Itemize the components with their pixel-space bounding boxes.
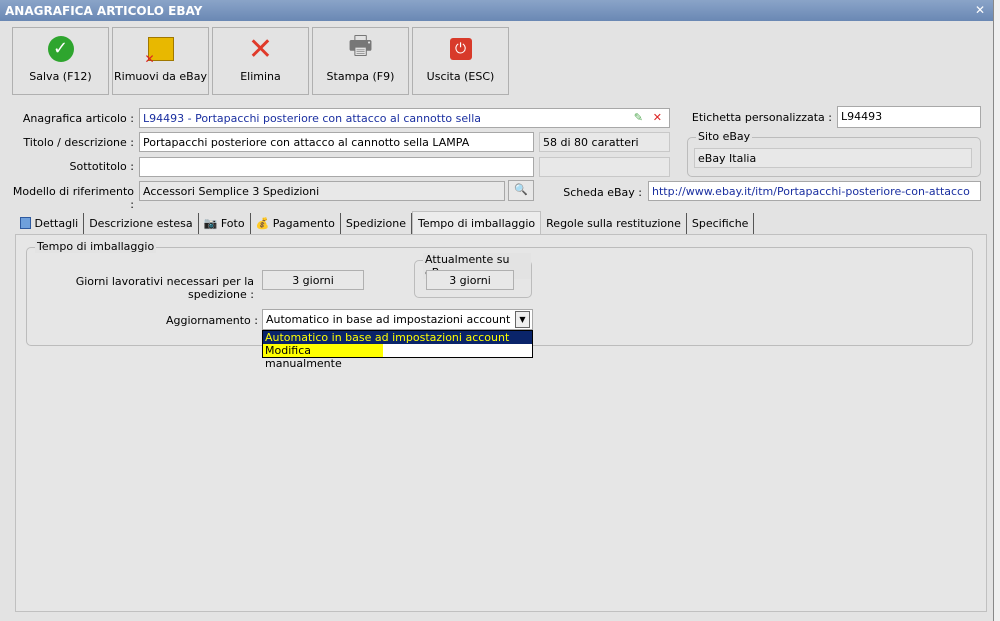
magnifier-icon: 🔍 (514, 183, 528, 196)
titolo-field[interactable]: Portapacchi posteriore con attacco al ca… (139, 132, 534, 152)
character-count: 58 di 80 caratteri (539, 132, 670, 152)
power-icon: ⏻ (413, 28, 508, 70)
save-button[interactable]: ✓ Salva (F12) (12, 27, 109, 95)
exit-button[interactable]: ⏻ Uscita (ESC) (412, 27, 509, 95)
tab-dettagli[interactable]: Dettagli (15, 213, 85, 234)
aggiornamento-dropdown-list: Automatico in base ad impostazioni accou… (262, 330, 533, 370)
tab-foto[interactable]: 📷 Foto (199, 213, 251, 234)
chevron-down-icon[interactable]: ▼ (515, 311, 530, 328)
anagrafica-field[interactable]: L94493 - Portapacchi posteriore con atta… (139, 108, 670, 128)
scheda-label: Scheda eBay : (563, 186, 642, 199)
sottotitolo-count (539, 157, 670, 177)
tab-pagamento[interactable]: 💰 Pagamento (251, 213, 341, 234)
article-window: ANAGRAFICA ARTICOLO EBAY ✕ ✓ Salva (F12) … (0, 0, 994, 621)
tab-tempo-di-imballaggio[interactable]: Tempo di imballaggio (411, 211, 542, 234)
option-modifica-manualmente[interactable]: Modifica manualmente (263, 344, 383, 370)
etichetta-field[interactable]: L94493 (837, 106, 981, 128)
tab-specifiche[interactable]: Specifiche (687, 213, 755, 234)
titolo-label: Titolo / descrizione : (23, 136, 134, 149)
tab-regole-restituzione[interactable]: Regole sulla restituzione (541, 213, 687, 234)
anagrafica-label: Anagrafica articolo : (22, 112, 134, 125)
camera-icon: 📷 (203, 217, 218, 230)
sottotitolo-field[interactable] (139, 157, 534, 177)
delete-x-icon: ✕ (247, 31, 274, 67)
modello-field: Accessori Semplice 3 Spedizioni (139, 181, 505, 201)
etichetta-label: Etichetta personalizzata : (691, 111, 832, 124)
giorni-field: 3 giorni (262, 270, 364, 290)
modello-label: Modello di riferimento : (12, 185, 134, 211)
printer-icon: 🖶 (348, 31, 373, 61)
delete-button[interactable]: ✕ Elimina (212, 27, 309, 95)
tab-descrizione-estesa[interactable]: Descrizione estesa (84, 213, 199, 234)
sottotitolo-label: Sottotitolo : (69, 160, 134, 173)
tab-spedizione[interactable]: Spedizione (341, 213, 412, 234)
search-button[interactable]: 🔍 (508, 180, 534, 201)
giorni-label: Giorni lavorativi necessari per la spedi… (75, 275, 254, 301)
tab-bar: Dettagli Descrizione estesa 📷 Foto 💰 Pag… (15, 211, 755, 234)
box-remove-icon: ✕ (113, 28, 208, 70)
check-icon: ✓ (13, 28, 108, 70)
aggiornamento-select[interactable]: Automatico in base ad impostazioni accou… (262, 309, 533, 330)
scheda-ebay-link[interactable]: http://www.ebay.it/itm/Portapacchi-poste… (648, 181, 981, 201)
money-icon: 💰 (255, 217, 270, 230)
window-title: ANAGRAFICA ARTICOLO EBAY (0, 0, 993, 21)
close-icon[interactable]: ✕ (973, 3, 987, 17)
attualmente-ebay-field: 3 giorni (426, 270, 514, 290)
background-window (994, 0, 1000, 621)
clear-x-icon[interactable]: ✕ (653, 111, 662, 124)
edit-pencil-icon[interactable]: ✎ (634, 111, 643, 124)
sito-ebay-field: eBay Italia (694, 148, 972, 168)
option-automatico[interactable]: Automatico in base ad impostazioni accou… (263, 331, 532, 344)
print-button[interactable]: 🖶 Stampa (F9) (312, 27, 409, 95)
aggiornamento-label: Aggiornamento : (165, 314, 258, 327)
remove-from-ebay-button[interactable]: ✕ Rimuovi da eBay (112, 27, 209, 95)
calendar-icon (20, 217, 31, 229)
